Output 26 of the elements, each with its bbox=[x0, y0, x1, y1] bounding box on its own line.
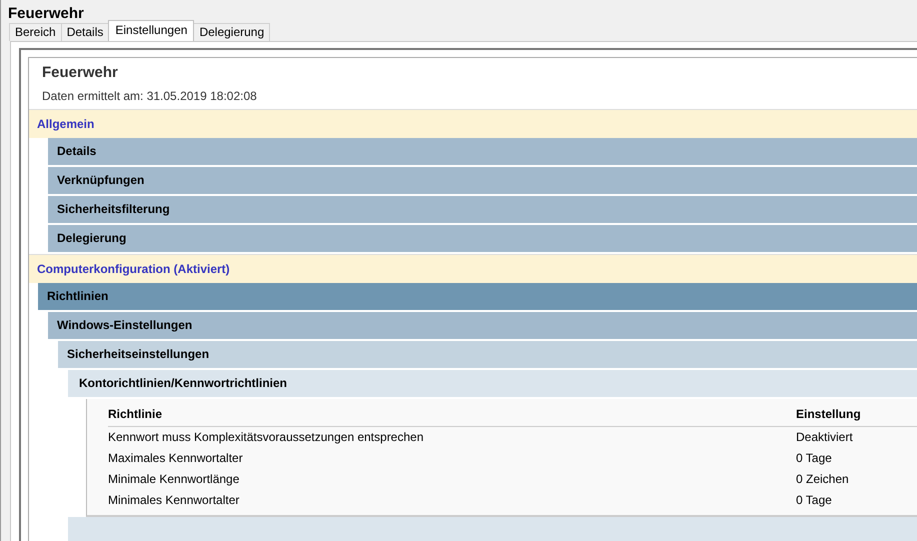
table-cell-text: Maximales Kennwortalter bbox=[108, 450, 244, 467]
section-header[interactable]: Verknüpfungen bbox=[48, 166, 917, 196]
section-header[interactable]: Sicherheitsfilterung bbox=[48, 196, 917, 224]
tab[interactable]: Bereich bbox=[9, 23, 62, 41]
table-cell-text: 0 Tage bbox=[796, 450, 832, 467]
table-cell-text: 0 Tage bbox=[796, 492, 832, 509]
section-title[interactable]: Computerkonfiguration (Aktiviert) bbox=[29, 254, 917, 282]
section-header[interactable]: Kontorichtlinien/Kennwortrichtlinien bbox=[68, 370, 917, 398]
section-header[interactable]: Sicherheitseinstellungen bbox=[58, 340, 917, 370]
section-title[interactable]: Allgemein bbox=[29, 108, 917, 138]
column-header: Richtlinie bbox=[108, 406, 164, 423]
table-cell-text: Kennwort muss Komplexitätsvoraussetzungen entsprechen bbox=[108, 429, 425, 446]
table-cell-text: Minimales Kennwortalter bbox=[108, 492, 240, 509]
report-title: Feuerwehr bbox=[42, 63, 119, 83]
section-header[interactable]: Delegierung bbox=[48, 224, 917, 254]
tab[interactable]: Delegierung bbox=[193, 23, 270, 41]
table-cell-text: Deaktiviert bbox=[796, 429, 853, 446]
table-cell-text: 0 Zeichen bbox=[796, 471, 849, 488]
report-subtitle: Daten ermittelt am: 31.05.2019 18:02:08 bbox=[42, 88, 258, 104]
section-header[interactable] bbox=[68, 516, 917, 541]
tab[interactable]: Einstellungen bbox=[108, 20, 194, 41]
section-header[interactable]: Windows-Einstellungen bbox=[48, 312, 917, 340]
column-header: Einstellung bbox=[796, 406, 861, 423]
table-cell-text: Minimale Kennwortlänge bbox=[108, 471, 240, 488]
section-header[interactable]: Richtlinien bbox=[38, 282, 917, 312]
section-header[interactable]: Details bbox=[48, 138, 917, 166]
